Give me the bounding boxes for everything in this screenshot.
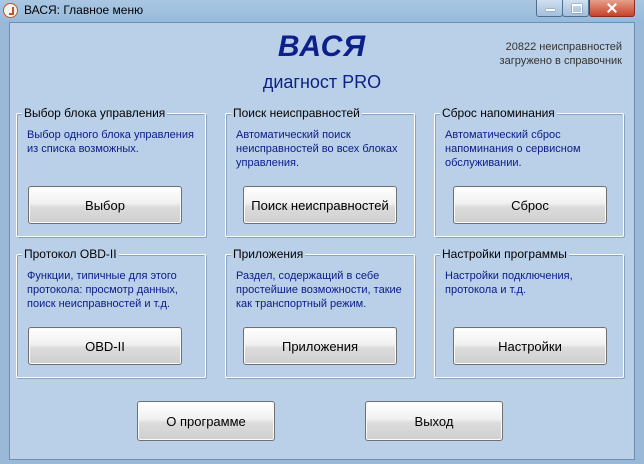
fault-count-info: 20822 неисправностей загружено в справоч… xyxy=(500,40,622,68)
app-subtitle: диагност PRO xyxy=(262,72,382,92)
group-description: Автоматический сброс напоминания о серви… xyxy=(445,129,581,169)
settings-button[interactable]: Настройки xyxy=(453,327,607,365)
group-fault-search: Поиск неисправностей Автоматический поис… xyxy=(225,106,415,237)
window-title: ВАСЯ: Главное меню xyxy=(24,3,144,17)
group-title: Приложения xyxy=(231,247,306,261)
group-title: Выбор блока управления xyxy=(22,106,168,120)
group-program-settings: Настройки программы Настройки подключени… xyxy=(434,247,624,378)
group-description: Функции, типичные для этого протокола: п… xyxy=(27,270,178,310)
select-button[interactable]: Выбор xyxy=(28,186,182,224)
fault-search-button[interactable]: Поиск неисправностей xyxy=(243,186,397,224)
group-service-reset: Сброс напоминания Автоматический сброс н… xyxy=(434,106,624,237)
app-icon[interactable] xyxy=(3,3,18,18)
group-applications: Приложения Раздел, содержащий в себе про… xyxy=(225,247,415,378)
group-description: Раздел, содержащий в себе простейшие воз… xyxy=(236,270,402,310)
obd2-button[interactable]: OBD-II xyxy=(28,327,182,365)
about-button[interactable]: О программе xyxy=(137,401,275,441)
group-title: Сброс напоминания xyxy=(440,106,557,120)
exit-button[interactable]: Выход xyxy=(365,401,503,441)
minimize-button[interactable] xyxy=(536,0,563,17)
title-bar[interactable]: ВАСЯ: Главное меню xyxy=(0,0,644,22)
fault-count-caption: загружено в справочник xyxy=(499,55,622,67)
group-description: Настройки подключения, протокола и т.д. xyxy=(445,270,573,296)
applications-button[interactable]: Приложения xyxy=(243,327,397,365)
close-button[interactable] xyxy=(589,0,635,17)
maximize-button[interactable] xyxy=(562,0,589,17)
group-description: Автоматический поиск неисправностей во в… xyxy=(236,129,398,169)
group-title: Протокол OBD-II xyxy=(22,247,119,261)
fault-count-line: 20822 неисправностей xyxy=(505,41,622,53)
group-description: Выбор одного блока управления из списка … xyxy=(27,129,194,155)
group-title: Настройки программы xyxy=(440,247,569,261)
reset-button[interactable]: Сброс xyxy=(453,186,607,224)
group-obd2-protocol: Протокол OBD-II Функции, типичные для эт… xyxy=(16,247,206,378)
group-select-control-unit: Выбор блока управления Выбор одного блок… xyxy=(16,106,206,237)
group-title: Поиск неисправностей xyxy=(231,106,362,120)
